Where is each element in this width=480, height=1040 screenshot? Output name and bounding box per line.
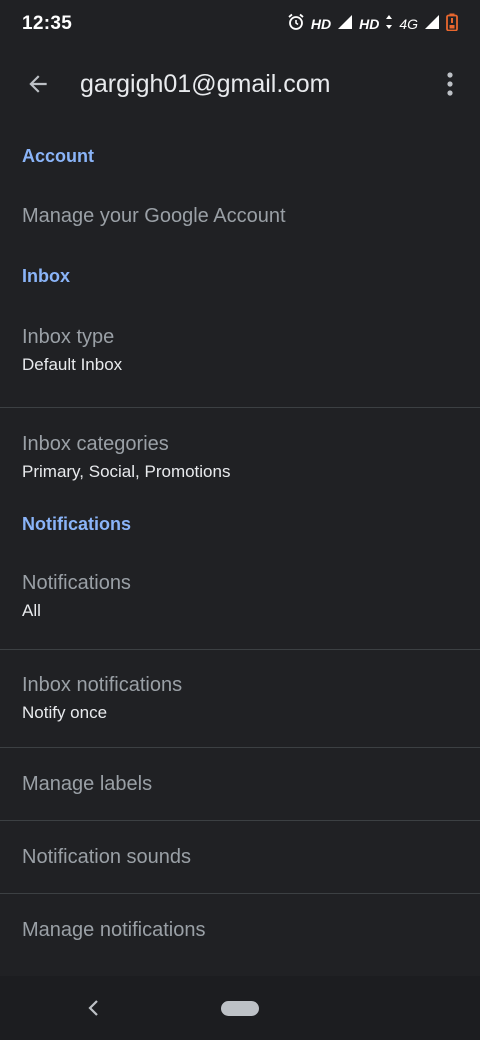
list-item-manage-notifications[interactable]: Manage notifications [0,894,480,966]
network-type: 4G [399,16,418,32]
status-bar: 12:35 HD HD 4G [0,0,480,48]
data-arrows-icon [385,14,393,35]
nav-home-pill[interactable] [221,1001,259,1016]
arrow-back-icon [29,75,47,93]
app-bar: gargigh01@gmail.com [0,48,480,120]
status-time: 12:35 [22,13,73,34]
item-subtitle: Default Inbox [22,354,123,374]
item-subtitle: Notify once [22,703,108,722]
item-title: Manage labels [22,772,153,795]
section-header-inbox: Inbox [22,265,70,286]
hd-indicator: HD [310,16,332,32]
signal-icon [337,14,353,35]
settings-list: Account Manage your Google Account Inbox… [0,120,480,966]
item-subtitle: Primary, Social, Promotions [22,461,231,481]
status-icons: HD HD 4G [287,13,458,36]
more-options-button[interactable] [420,48,480,120]
item-title: Inbox categories [22,432,169,455]
system-nav-bar [0,976,480,1040]
list-item-inbox-categories[interactable]: Inbox categories Primary, Social, Promot… [0,408,480,506]
item-title: Manage notifications [22,918,206,941]
settings-screen: 12:35 HD HD 4G gargigh01@gmail.com Accou… [0,0,480,1040]
list-item-inbox-type[interactable]: Inbox type Default Inbox [0,312,480,388]
nav-back-icon [88,1000,98,1016]
section-header-notifications: Notifications [22,514,132,534]
list-item-notification-sounds[interactable]: Notification sounds [0,821,480,893]
item-title: Inbox notifications [22,674,183,696]
battery-icon [446,13,458,36]
item-title: Manage your Google Account [22,204,286,227]
list-item-manage-labels[interactable]: Manage labels [0,748,480,820]
item-title: Inbox type [22,325,115,348]
item-subtitle: All [22,600,41,620]
list-item-notifications[interactable]: Notifications All [0,562,480,630]
list-item-inbox-notifications[interactable]: Inbox notifications Notify once [0,650,480,747]
back-button[interactable] [0,48,76,120]
item-title: Notifications [22,571,131,594]
nav-back-button[interactable] [80,994,108,1022]
more-vert-icon [447,72,453,96]
item-title: Notification sounds [22,845,191,868]
section-header-account: Account [22,145,94,166]
alarm-icon [287,13,305,36]
hd-indicator-2: HD [359,16,380,32]
account-email-title: gargigh01@gmail.com [80,69,331,98]
list-item-manage-google-account[interactable]: Manage your Google Account [0,192,480,240]
signal-icon-2 [424,14,440,35]
